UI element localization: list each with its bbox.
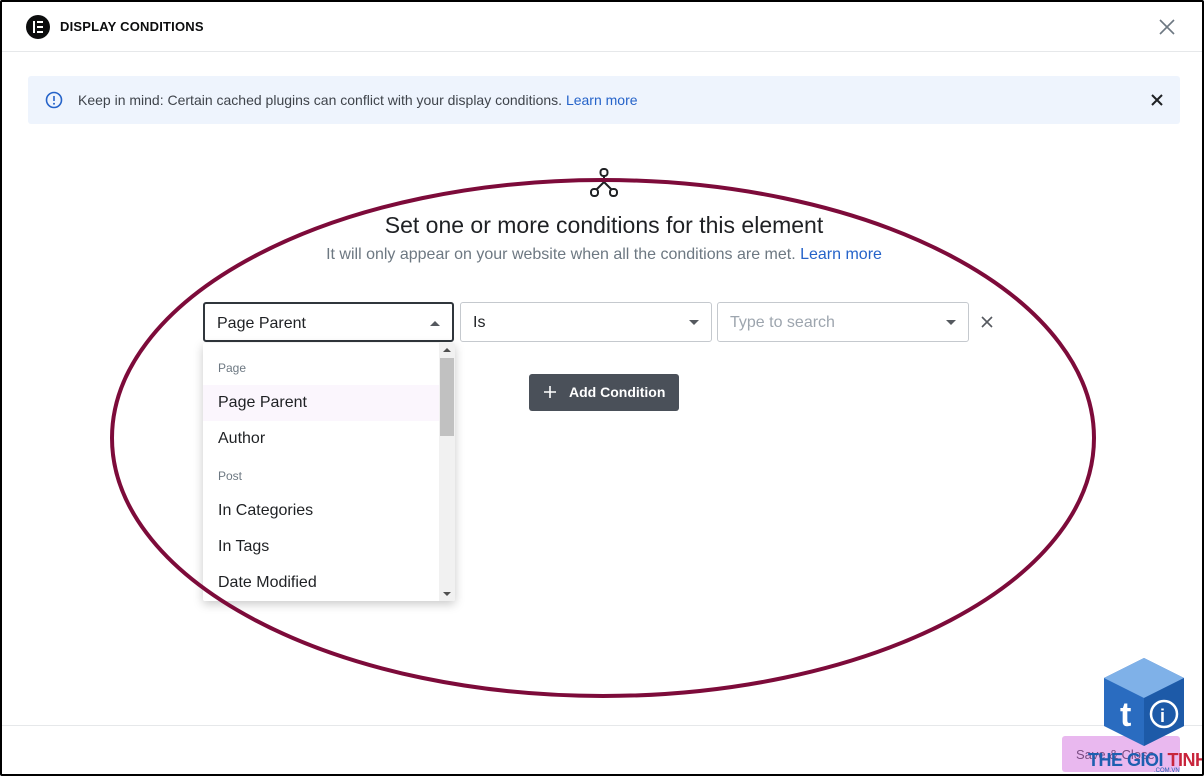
remove-condition-icon[interactable] — [980, 315, 994, 329]
intro-learn-more-link[interactable]: Learn more — [800, 246, 882, 263]
dialog-header: DISPLAY CONDITIONS — [2, 2, 1202, 52]
svg-text:t: t — [1120, 696, 1131, 734]
alert-learn-more-link[interactable]: Learn more — [566, 92, 638, 108]
plus-icon — [544, 386, 556, 398]
watermark-brand-text: THE GIOI TINHOC — [1088, 750, 1202, 771]
condition-value-search[interactable]: Type to search — [717, 302, 969, 342]
scroll-up-arrow-icon[interactable] — [443, 348, 451, 352]
svg-text:i: i — [1160, 706, 1165, 726]
add-condition-label: Add Condition — [569, 384, 666, 400]
dropdown-option[interactable]: Date Modified — [203, 565, 439, 601]
condition-field-value: Page Parent — [217, 315, 306, 332]
add-condition-button[interactable]: Add Condition — [529, 374, 679, 411]
condition-operator-select[interactable]: Is — [460, 302, 712, 342]
dialog-title: DISPLAY CONDITIONS — [60, 19, 204, 34]
caret-up-icon — [430, 321, 440, 326]
condition-value-placeholder: Type to search — [730, 314, 835, 331]
scrollbar-thumb[interactable] — [440, 358, 454, 436]
dialog-footer: Save & Close — [2, 725, 1202, 774]
cache-warning-alert: Keep in mind: Certain cached plugins can… — [28, 76, 1180, 124]
watermark-brand-blue: THE GIOI — [1088, 750, 1164, 770]
caret-down-icon — [946, 320, 956, 325]
watermark-domain: .COM.VN — [1154, 768, 1180, 774]
info-icon — [45, 91, 63, 109]
dropdown-option[interactable]: Author — [203, 421, 439, 457]
condition-operator-value: Is — [473, 314, 486, 331]
dropdown-group-label: Post — [218, 469, 243, 483]
dropdown-group-label: Page — [218, 361, 247, 375]
dropdown-option[interactable]: In Categories — [203, 493, 439, 529]
field-dropdown-list: Page Page Parent Author Post In Categori… — [203, 343, 455, 601]
conditions-icon — [590, 168, 618, 197]
condition-field-select[interactable]: Page Parent — [203, 302, 454, 342]
conditions-subtext: It will only appear on your website when… — [2, 246, 1202, 264]
watermark-brand-red: TINHOC — [1167, 750, 1202, 770]
dropdown-scrollbar[interactable] — [439, 343, 455, 601]
dismiss-alert-icon[interactable] — [1150, 93, 1164, 107]
dropdown-option[interactable]: Page Parent — [203, 385, 439, 421]
subtext-message: It will only appear on your website when… — [326, 246, 796, 263]
dropdown-option[interactable]: In Tags — [203, 529, 439, 565]
scroll-down-arrow-icon[interactable] — [443, 592, 451, 596]
alert-message: Keep in mind: Certain cached plugins can… — [78, 92, 563, 108]
caret-down-icon — [689, 320, 699, 325]
display-conditions-dialog: DISPLAY CONDITIONS Keep in mind: Certain… — [0, 0, 1204, 776]
conditions-heading: Set one or more conditions for this elem… — [384, 212, 824, 238]
close-dialog-icon[interactable] — [1156, 16, 1178, 38]
elementor-logo-icon — [26, 15, 50, 39]
